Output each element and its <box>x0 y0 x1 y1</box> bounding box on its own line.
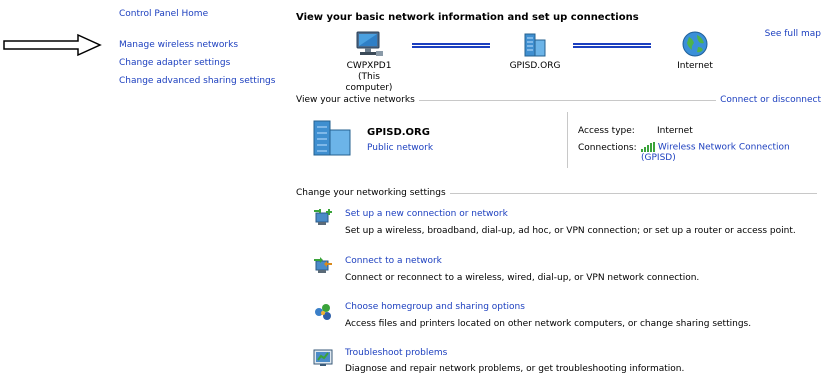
set-up-connection-description: Set up a wireless, broadband, dial-up, a… <box>345 226 796 236</box>
networking-settings-label: Change your networking settings <box>296 188 446 198</box>
annotation-arrow-icon <box>3 33 102 57</box>
active-networks-header: View your active networks Connect or dis… <box>296 95 821 105</box>
wireless-signal-icon <box>641 142 655 152</box>
map-network-node[interactable]: GPISD.ORG <box>500 30 570 72</box>
access-type-value: Internet <box>657 126 693 136</box>
troubleshoot-icon <box>313 349 333 366</box>
homegroup-sharing-link[interactable]: Choose homegroup and sharing options <box>345 302 525 312</box>
connections-value-row[interactable]: Wireless Network Connection (GPISD) <box>641 142 823 163</box>
map-computer-node[interactable]: CWPXPD1 (This computer) <box>334 30 404 94</box>
page-title: View your basic network information and … <box>296 12 639 23</box>
section-divider <box>418 99 717 101</box>
nav-change-advanced-sharing-settings[interactable]: Change advanced sharing settings <box>119 76 275 86</box>
see-full-map-link[interactable]: See full map <box>765 29 821 39</box>
troubleshoot-description: Diagnose and repair network problems, or… <box>345 364 685 374</box>
public-network-icon <box>313 120 351 156</box>
homegroup-icon <box>315 304 331 320</box>
set-up-connection-link[interactable]: Set up a new connection or network <box>345 209 508 219</box>
access-type-label: Access type: <box>578 126 635 136</box>
nav-manage-wireless-networks[interactable]: Manage wireless networks <box>119 40 238 50</box>
connections-label: Connections: <box>578 143 637 153</box>
internet-label: Internet <box>677 61 713 71</box>
active-network-name: GPISD.ORG <box>367 127 430 138</box>
wireless-connection-link[interactable]: Wireless Network Connection (GPISD) <box>641 143 790 163</box>
section-divider <box>449 192 817 194</box>
homegroup-sharing-description: Access files and printers located on oth… <box>345 319 752 329</box>
computer-subtitle: (This computer) <box>345 72 393 93</box>
map-link-line-2 <box>573 43 651 48</box>
connect-or-disconnect-link[interactable]: Connect or disconnect <box>720 95 821 105</box>
networking-settings-header: Change your networking settings <box>296 188 821 198</box>
network-type-link[interactable]: Public network <box>367 143 433 153</box>
computer-icon <box>356 31 383 56</box>
new-connection-icon <box>314 209 332 225</box>
nav-control-panel-home[interactable]: Control Panel Home <box>119 9 208 19</box>
connect-to-network-link[interactable]: Connect to a network <box>345 256 442 266</box>
connect-network-icon <box>314 257 332 273</box>
network-name-label: GPISD.ORG <box>509 61 561 71</box>
network-building-icon <box>524 33 546 57</box>
active-networks-label: View your active networks <box>296 95 415 105</box>
map-internet-node[interactable]: Internet <box>660 30 730 72</box>
computer-name: CWPXPD1 <box>346 61 392 71</box>
map-link-line-1 <box>412 43 490 48</box>
connect-to-network-description: Connect or reconnect to a wireless, wire… <box>345 273 700 283</box>
nav-change-adapter-settings[interactable]: Change adapter settings <box>119 58 230 68</box>
active-network-divider <box>567 112 568 168</box>
troubleshoot-link[interactable]: Troubleshoot problems <box>345 348 447 358</box>
globe-icon <box>682 31 708 57</box>
